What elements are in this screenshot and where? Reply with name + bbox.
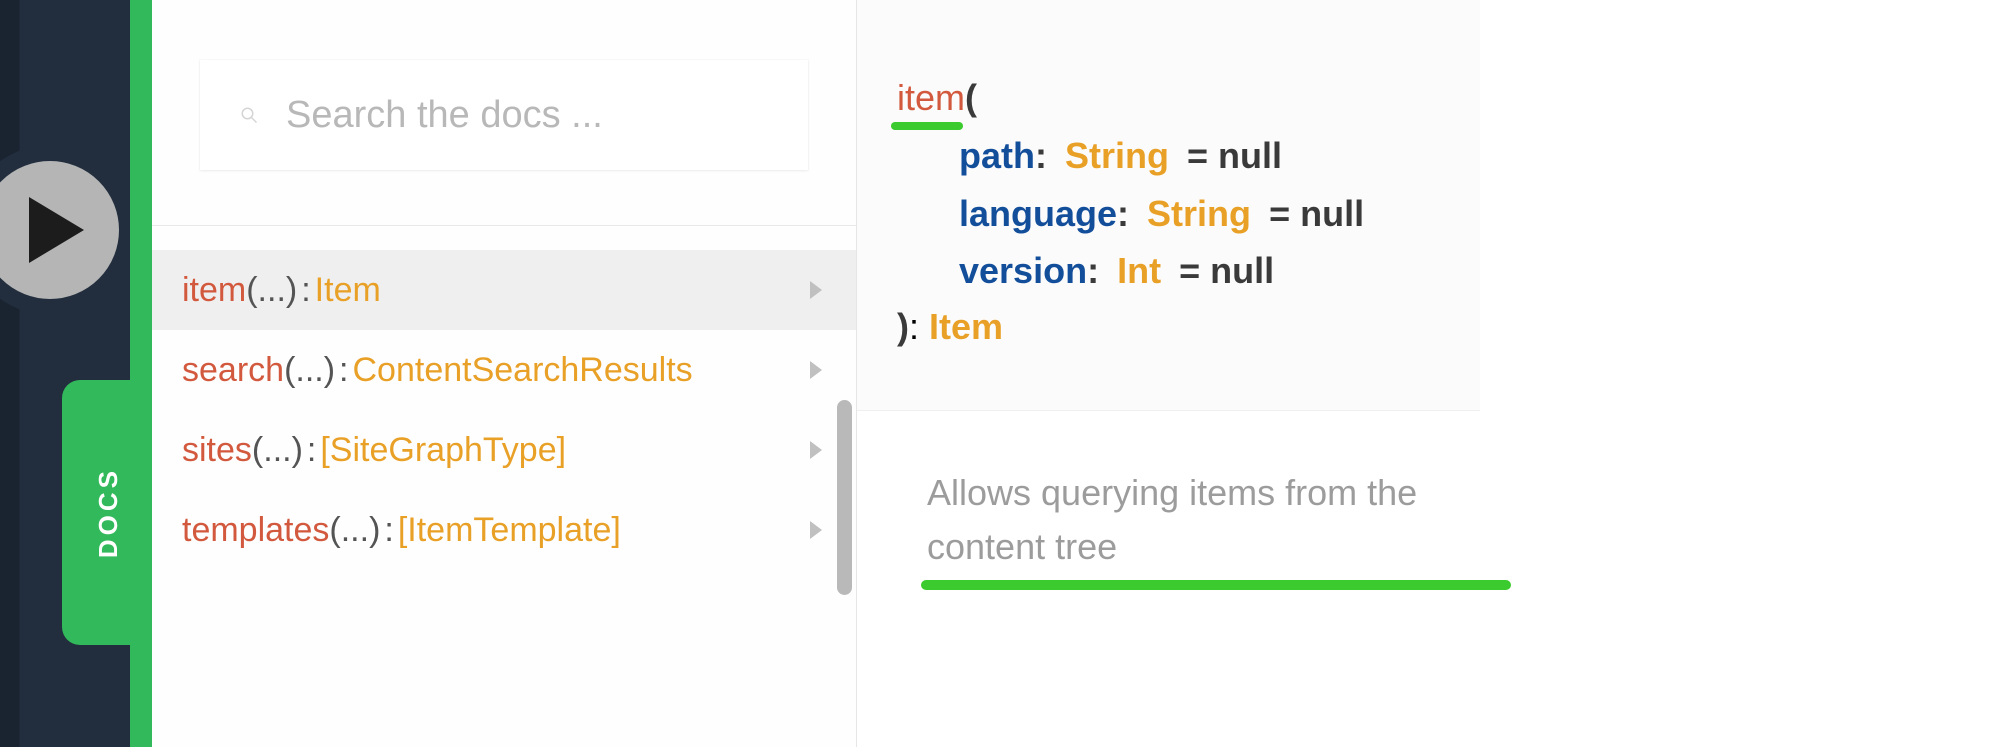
field-colon: :	[384, 511, 393, 550]
close-paren: )	[897, 306, 909, 347]
arg-colon: :	[1087, 250, 1099, 291]
open-paren: (	[965, 77, 977, 118]
return-type[interactable]: Item	[929, 306, 1003, 347]
field-colon: :	[301, 271, 310, 310]
field-list: item (...) : Item search (...) : Content…	[152, 226, 856, 570]
arg-name: version	[959, 250, 1087, 291]
field-type: ContentSearchResults	[353, 351, 693, 390]
chevron-right-icon	[810, 521, 822, 539]
arg-default: = null	[1269, 193, 1364, 234]
field-args: (...)	[246, 271, 297, 310]
arg-type[interactable]: Int	[1117, 250, 1161, 291]
search-input[interactable]	[286, 94, 768, 137]
field-args: (...)	[284, 351, 335, 390]
docs-tab-label: DOCS	[93, 467, 124, 558]
play-icon	[29, 195, 84, 265]
arg-default: = null	[1179, 250, 1274, 291]
return-colon: :	[909, 306, 929, 347]
signature-head: item(	[897, 70, 977, 126]
chevron-right-icon	[810, 361, 822, 379]
description-block: Allows querying items from the content t…	[857, 411, 2000, 610]
field-colon: :	[339, 351, 348, 390]
description-text: Allows querying items from the content t…	[927, 466, 1487, 574]
arg-type[interactable]: String	[1147, 193, 1251, 234]
docs-scrollbar[interactable]	[837, 400, 852, 595]
field-name: templates	[182, 511, 329, 550]
field-type: [ItemTemplate]	[398, 511, 621, 550]
field-item-sites[interactable]: sites (...) : [SiteGraphType]	[152, 410, 856, 490]
arg-type[interactable]: String	[1065, 135, 1169, 176]
field-args: (...)	[329, 511, 380, 550]
field-colon: :	[307, 431, 316, 470]
field-item-item[interactable]: item (...) : Item	[152, 250, 856, 330]
detail-right-space	[1480, 0, 2000, 747]
field-item-search[interactable]: search (...) : ContentSearchResults	[152, 330, 856, 410]
detail-panel: item( path: String = null language: Stri…	[857, 0, 2000, 747]
search-wrap	[152, 0, 856, 225]
signature-name: item	[897, 77, 965, 118]
arg-colon: :	[1117, 193, 1129, 234]
chevron-right-icon	[810, 441, 822, 459]
arg-name: language	[959, 193, 1117, 234]
field-name: search	[182, 351, 284, 390]
arg-name: path	[959, 135, 1035, 176]
field-name: sites	[182, 431, 252, 470]
description-underline	[921, 580, 1511, 590]
signature-underline	[891, 122, 963, 130]
search-box[interactable]	[200, 60, 808, 170]
docs-panel: item (...) : Item search (...) : Content…	[152, 0, 857, 747]
search-icon	[240, 106, 258, 124]
field-name: item	[182, 271, 246, 310]
field-item-templates[interactable]: templates (...) : [ItemTemplate]	[152, 490, 856, 570]
field-args: (...)	[252, 431, 303, 470]
arg-colon: :	[1035, 135, 1047, 176]
field-type: Item	[315, 271, 381, 310]
field-type: [SiteGraphType]	[320, 431, 566, 470]
docs-panel-accent	[130, 0, 152, 747]
chevron-right-icon	[810, 281, 822, 299]
arg-default: = null	[1187, 135, 1282, 176]
